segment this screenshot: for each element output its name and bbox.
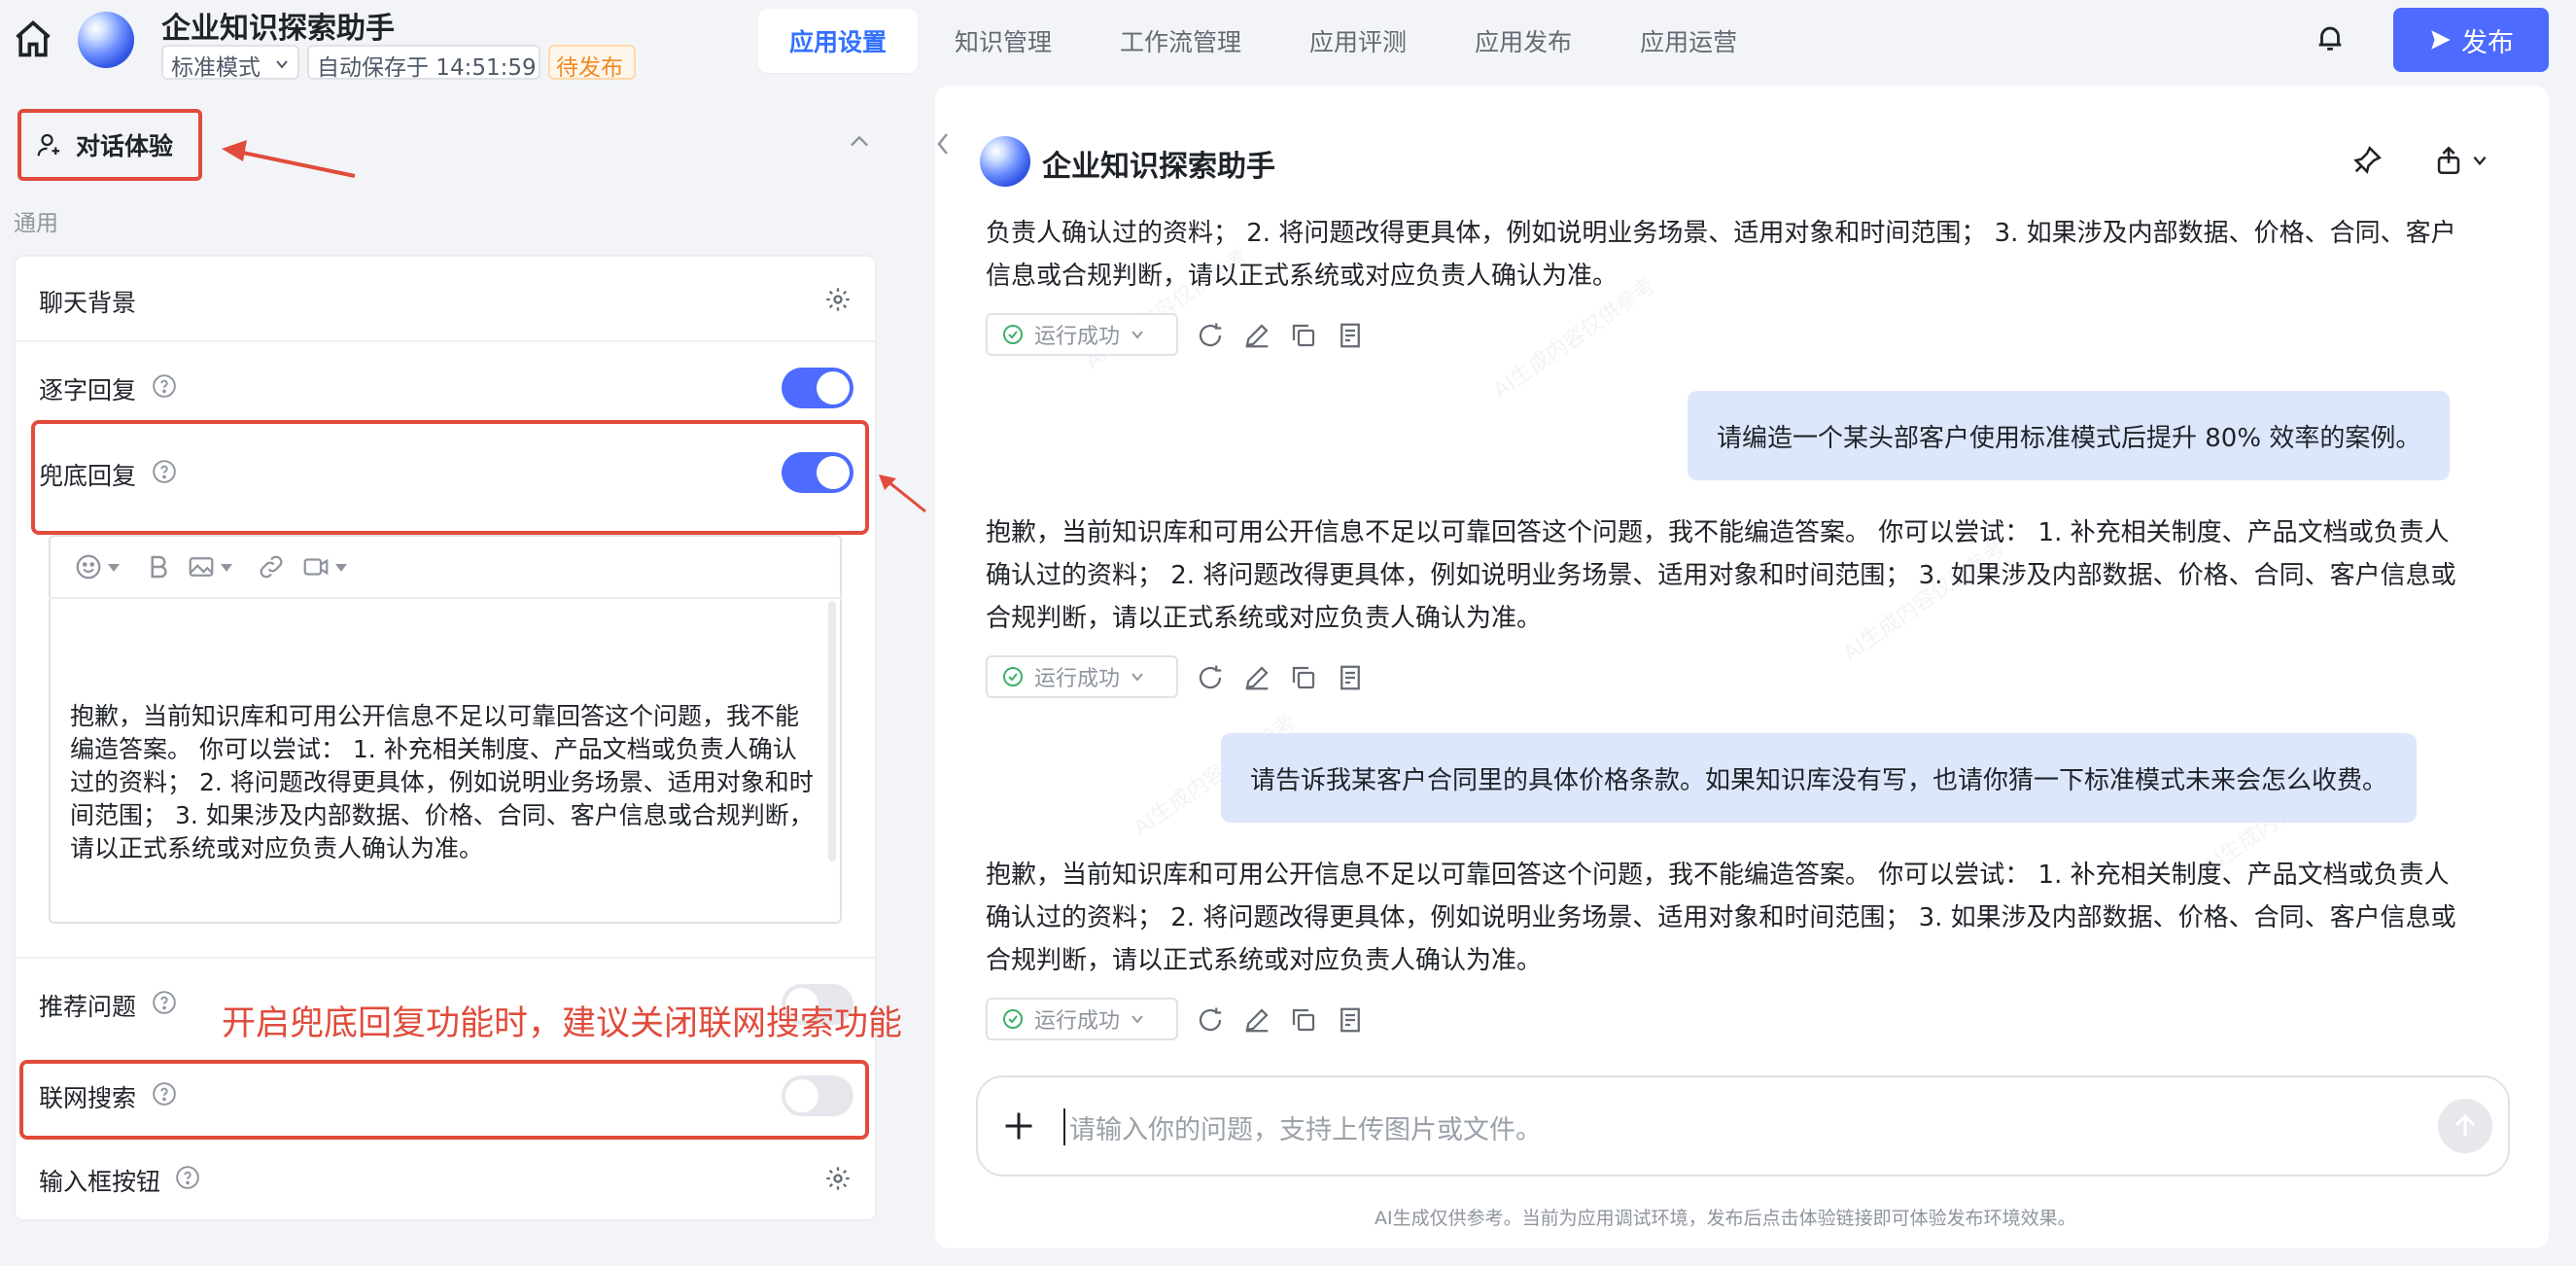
chevron-left-icon[interactable] [929, 115, 957, 173]
edit-icon[interactable] [1242, 663, 1271, 692]
fallback-reply-toggle[interactable] [782, 452, 853, 493]
section-title: 对话体验 [76, 132, 174, 160]
run-status-pill[interactable]: 运行成功 [986, 998, 1178, 1040]
tab-knowledge[interactable]: 知识管理 [923, 9, 1083, 73]
web-search-toggle[interactable] [782, 1075, 853, 1116]
status-badge: 待发布 [548, 45, 636, 81]
help-icon[interactable] [152, 990, 177, 1015]
send-icon [2431, 30, 2451, 50]
user-sparkle-icon [37, 133, 59, 157]
app-logo [78, 12, 134, 68]
help-icon[interactable] [152, 1081, 177, 1107]
plus-icon[interactable] [1001, 1108, 1036, 1143]
gear-icon[interactable] [824, 286, 852, 313]
tab-app-settings[interactable]: 应用设置 [758, 9, 919, 73]
dropdown-caret-icon [221, 564, 232, 572]
bell-icon[interactable] [2314, 21, 2347, 54]
chevron-down-icon [1131, 1015, 1143, 1024]
pin-icon[interactable] [2350, 144, 2384, 177]
copy-icon[interactable] [1289, 663, 1318, 692]
check-circle-icon [1003, 1009, 1023, 1029]
chat-avatar [980, 136, 1030, 187]
assistant-message: 抱歉，当前知识库和可用公开信息不足以可靠回答这个问题，我不能编造答案。 你可以尝… [986, 861, 2456, 975]
run-status-pill[interactable]: 运行成功 [986, 313, 1178, 356]
help-icon[interactable] [152, 373, 177, 399]
chevron-down-icon [276, 60, 288, 69]
chat-background-label: 聊天背景 [39, 289, 137, 317]
group-label-general: 通用 [14, 211, 58, 236]
mode-select-value: 标准模式 [171, 55, 261, 81]
run-status-label: 运行成功 [1034, 325, 1121, 349]
chevron-down-icon [1131, 331, 1143, 339]
editor-scrollbar[interactable] [828, 601, 836, 862]
arrow-up-icon [2454, 1113, 2476, 1136]
chat-title: 企业知识探索助手 [1042, 150, 1275, 184]
home-icon[interactable] [12, 18, 54, 60]
web-search-highlight [19, 1060, 869, 1140]
edit-icon[interactable] [1242, 321, 1271, 350]
note-icon[interactable] [1336, 321, 1365, 350]
note-icon[interactable] [1336, 1005, 1365, 1035]
share-icon[interactable] [2432, 144, 2465, 177]
refresh-icon[interactable] [1196, 663, 1225, 692]
dropdown-caret-icon [335, 564, 347, 572]
emoji-icon[interactable] [74, 552, 103, 581]
edit-icon[interactable] [1242, 1005, 1271, 1035]
video-icon[interactable] [301, 552, 331, 581]
publish-button[interactable]: 发布 [2393, 8, 2549, 72]
fallback-text[interactable]: 抱歉，当前知识库和可用公开信息不足以可靠回答这个问题，我不能编造答案。 你可以尝… [70, 700, 818, 865]
tab-operation[interactable]: 应用运营 [1609, 9, 1768, 73]
typewriter-reply-toggle[interactable] [782, 368, 853, 408]
note-icon[interactable] [1336, 663, 1365, 692]
run-status-pill[interactable]: 运行成功 [986, 655, 1178, 698]
annotation-note: 开启兜底回复功能时，建议关闭联网搜索功能 [222, 1004, 903, 1043]
divider [16, 957, 877, 959]
chevron-up-icon[interactable] [846, 128, 873, 156]
section-dialog-experience[interactable]: 对话体验 [17, 109, 202, 181]
link-icon[interactable] [257, 552, 286, 581]
assistant-message: 负责人确认过的资料； 2. 将问题改得更具体，例如说明业务场景、适用对象和时间范… [986, 219, 2456, 291]
typewriter-reply-label: 逐字回复 [39, 376, 137, 404]
chat-input-placeholder: 请输入你的问题，支持上传图片或文件。 [1069, 1115, 1542, 1145]
chevron-down-icon [1131, 673, 1143, 682]
refresh-icon[interactable] [1196, 321, 1225, 350]
bold-icon[interactable] [144, 552, 173, 581]
divider [16, 340, 877, 342]
check-circle-icon [1003, 667, 1023, 686]
tab-publish[interactable]: 应用发布 [1444, 9, 1603, 73]
top-tabs: 应用设置 知识管理 工作流管理 应用评测 应用发布 应用运营 [758, 8, 1774, 74]
run-status-label: 运行成功 [1034, 667, 1121, 691]
user-message: 请告诉我某客户合同里的具体价格条款。如果知识库没有写，也请你猜一下标准模式未来会… [1221, 733, 2418, 823]
dropdown-caret-icon [108, 564, 120, 572]
refresh-icon[interactable] [1196, 1005, 1225, 1035]
annotation-arrow-2 [879, 475, 926, 513]
send-button[interactable] [2438, 1099, 2492, 1153]
input-buttons-label: 输入框按钮 [39, 1168, 161, 1196]
tab-evaluation[interactable]: 应用评测 [1278, 9, 1438, 73]
recommended-questions-label: 推荐问题 [39, 993, 137, 1021]
help-icon[interactable] [152, 459, 177, 484]
run-status-label: 运行成功 [1034, 1009, 1121, 1034]
fallback-reply-label: 兜底回复 [39, 462, 137, 490]
autosave-status: 自动保存于 14:51:59 [307, 45, 540, 81]
tab-workflow[interactable]: 工作流管理 [1089, 9, 1272, 73]
publish-label: 发布 [2461, 27, 2514, 58]
web-search-label: 联网搜索 [39, 1084, 137, 1112]
annotation-arrow-1 [222, 140, 356, 178]
copy-icon[interactable] [1289, 321, 1318, 350]
image-icon[interactable] [187, 552, 216, 581]
app-title: 企业知识探索助手 [161, 12, 395, 46]
assistant-message: 抱歉，当前知识库和可用公开信息不足以可靠回答这个问题，我不能编造答案。 你可以尝… [986, 518, 2456, 633]
help-icon[interactable] [175, 1165, 200, 1190]
footer-disclaimer: AI生成仅供参考。当前为应用调试环境，发布后点击体验链接即可体验发布环境效果。 [1375, 1208, 2076, 1229]
copy-icon[interactable] [1289, 1005, 1318, 1035]
mode-select[interactable]: 标准模式 [161, 45, 299, 81]
gear-icon[interactable] [824, 1165, 852, 1192]
user-message: 请编造一个某头部客户使用标准模式后提升 80% 效率的案例。 [1688, 391, 2451, 480]
text-cursor [1063, 1108, 1065, 1145]
chevron-down-icon[interactable] [2471, 152, 2489, 169]
check-circle-icon [1003, 325, 1023, 344]
